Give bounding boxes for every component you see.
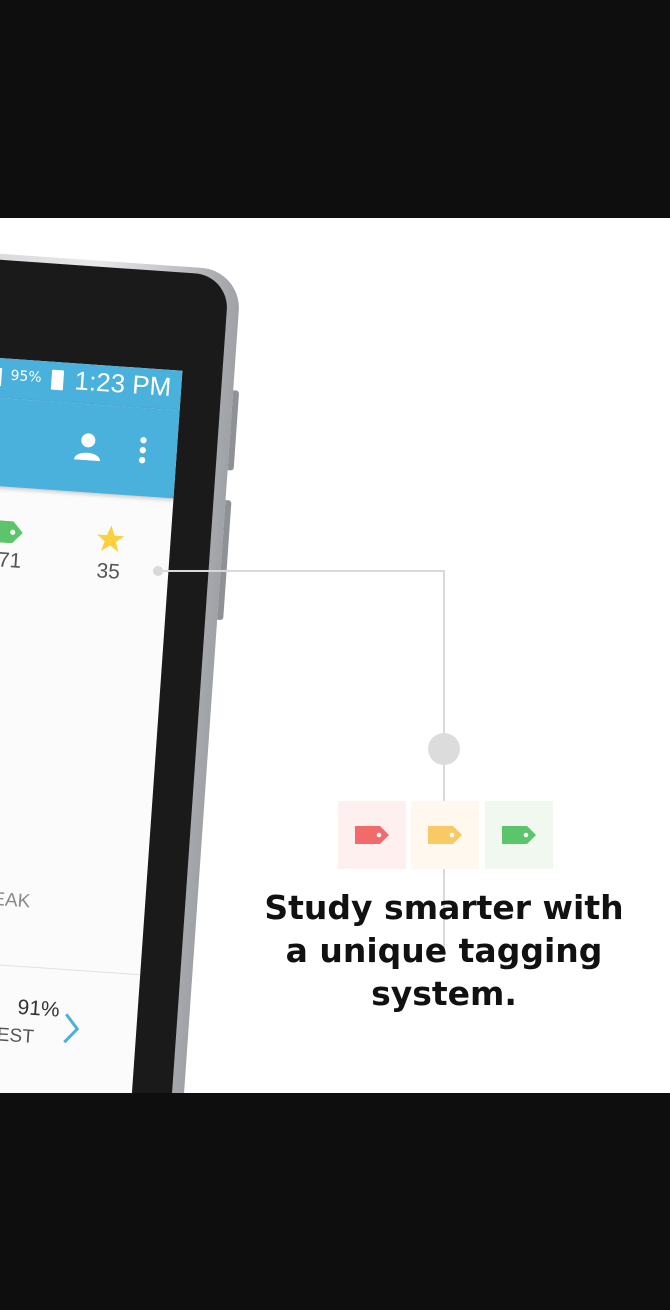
- phone-mockup: 95% 1:23 PM 971 35 STREAK 91% STRONGEST: [0, 245, 242, 1093]
- promo-panel: 95% 1:23 PM 971 35 STREAK 91% STRONGEST …: [0, 218, 670, 1093]
- person-icon[interactable]: [73, 431, 102, 462]
- stat-tagged-value: 971: [0, 547, 23, 573]
- more-vert-icon[interactable]: [138, 436, 148, 464]
- callout-dot: [428, 733, 460, 765]
- headline-line-2: a unique tagging: [285, 931, 603, 970]
- headline: Study smarter with a unique tagging syst…: [250, 886, 638, 1015]
- battery-icon: [50, 369, 65, 391]
- chevron-right-icon[interactable]: [61, 1012, 81, 1045]
- red-tag-icon: [355, 826, 389, 844]
- battery-percent: 95%: [9, 367, 43, 386]
- yellow-tag-box: [411, 801, 479, 869]
- red-tag-box: [338, 801, 406, 869]
- streak-title: ST STREAK: [0, 884, 31, 913]
- phone-screen: 95% 1:23 PM 971 35 STREAK 91% STRONGEST: [0, 349, 183, 1093]
- phone-bezel: 95% 1:23 PM 971 35 STREAK 91% STRONGEST: [0, 251, 230, 1093]
- headline-line-3: system.: [371, 974, 517, 1013]
- strongest-label: STRONGEST: [0, 1018, 35, 1048]
- stat-starred[interactable]: 35: [77, 522, 141, 586]
- green-tag-icon: [502, 826, 536, 844]
- signal-icon: [0, 367, 3, 387]
- yellow-tag-icon: [428, 826, 462, 844]
- star-icon: [97, 525, 125, 553]
- headline-line-1: Study smarter with: [264, 888, 624, 927]
- status-time: 1:23 PM: [73, 365, 173, 402]
- stat-tagged[interactable]: 971: [0, 519, 36, 575]
- stat-starred-value: 35: [95, 559, 121, 584]
- tag-icon: [0, 519, 23, 544]
- callout-anchor-dot: [153, 566, 163, 576]
- percent-value: 91%: [16, 995, 61, 1022]
- divider: [0, 952, 141, 976]
- green-tag-box: [485, 801, 553, 869]
- callout-line: [158, 570, 445, 572]
